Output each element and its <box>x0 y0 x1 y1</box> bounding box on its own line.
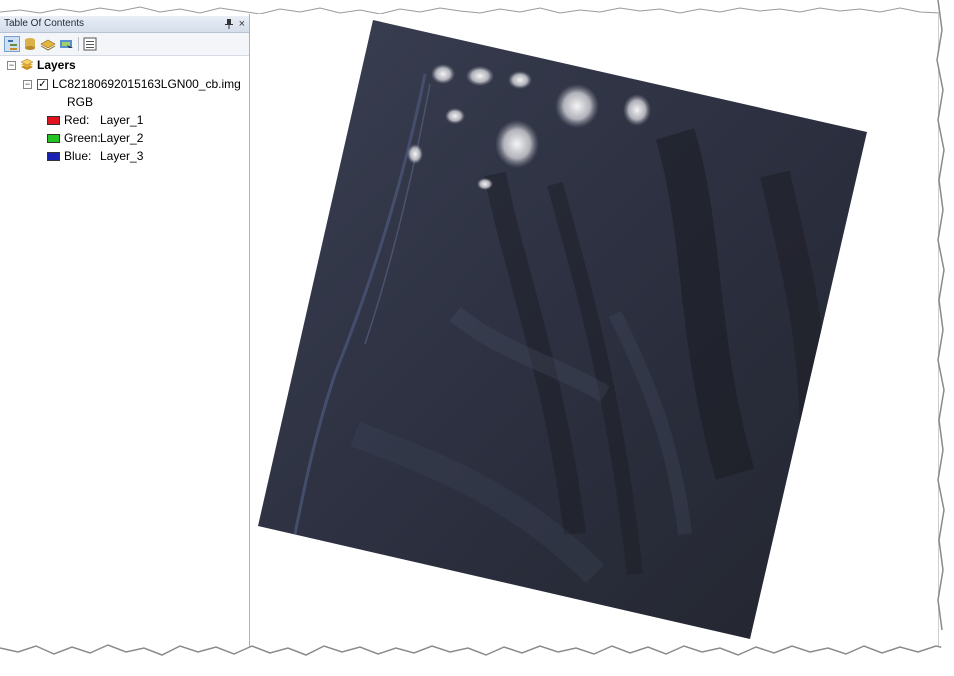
pin-icon[interactable] <box>225 16 233 34</box>
band-channel: Blue: <box>64 149 92 163</box>
band-row-red: Red: Layer_1 <box>0 111 249 129</box>
green-swatch <box>47 134 60 143</box>
toc-toolbar <box>0 33 249 56</box>
toc-title: Table Of Contents <box>4 18 85 29</box>
layer-row[interactable]: − ✓ LC82180692015163LGN00_cb.img <box>0 75 249 93</box>
close-icon[interactable]: × <box>239 16 245 32</box>
layers-stack-icon <box>20 58 34 70</box>
data-frame-row[interactable]: − Layers <box>0 56 249 74</box>
collapse-toggle[interactable]: − <box>23 80 32 89</box>
band-name: Layer_2 <box>100 131 144 145</box>
band-row-blue: Blue: Layer_3 <box>0 147 249 165</box>
collapse-toggle[interactable]: − <box>7 61 16 70</box>
renderer-label: RGB <box>67 95 94 109</box>
renderer-label-row: RGB <box>67 93 93 111</box>
table-of-contents-panel: Table Of Contents × − Layers − ✓ LC82180… <box>0 14 250 648</box>
arcmap-window: Table Of Contents × − Layers − ✓ LC82180… <box>0 14 939 648</box>
band-channel: Red: <box>64 113 90 127</box>
list-by-visibility-icon[interactable] <box>40 36 56 52</box>
layer-visibility-checkbox[interactable]: ✓ <box>37 79 48 90</box>
layer-name: LC82180692015163LGN00_cb.img <box>52 77 241 91</box>
list-by-selection-icon[interactable] <box>58 36 74 52</box>
list-by-source-icon[interactable] <box>22 36 38 52</box>
options-icon[interactable] <box>82 36 98 52</box>
band-row-green: Green: Layer_2 <box>0 129 249 147</box>
band-name: Layer_3 <box>100 149 144 163</box>
map-display[interactable] <box>255 14 937 648</box>
blue-swatch <box>47 152 60 161</box>
list-by-drawing-order-icon[interactable] <box>4 36 20 52</box>
red-swatch <box>47 116 60 125</box>
satellite-raster-image <box>258 20 867 639</box>
toc-title-bar: Table Of Contents × <box>0 16 249 33</box>
toolbar-separator <box>78 37 79 51</box>
band-name: Layer_1 <box>100 113 144 127</box>
band-channel: Green: <box>64 131 101 145</box>
data-frame-label: Layers <box>37 58 76 72</box>
